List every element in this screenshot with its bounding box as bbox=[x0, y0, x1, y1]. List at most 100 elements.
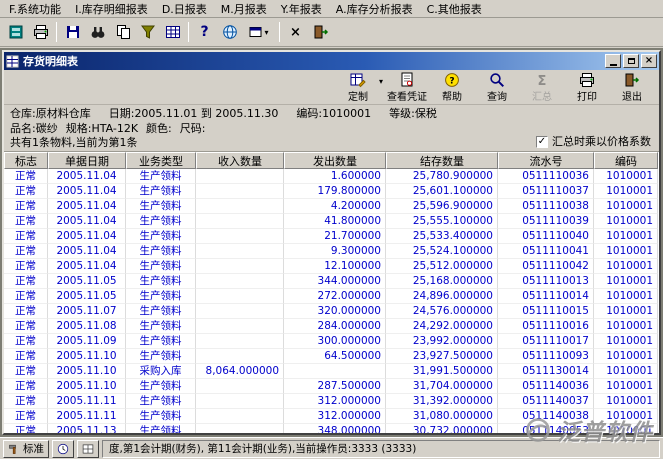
table-row[interactable]: 正常2005.11.07生产领料320.00000024,576.0000000… bbox=[4, 304, 659, 319]
table-row[interactable]: 正常2005.11.04生产领料9.30000025,524.100000051… bbox=[4, 244, 659, 259]
mdi-area: 存货明细表 × 定制 ▾ 查看凭证 ? 帮助 bbox=[0, 48, 663, 437]
table-row[interactable]: 正常2005.11.04生产领料41.80000025,555.10000005… bbox=[4, 214, 659, 229]
archive-icon bbox=[8, 24, 24, 40]
table-row[interactable]: 正常2005.11.04生产领料1.60000025,780.900000051… bbox=[4, 169, 659, 184]
tool-icon bbox=[8, 443, 20, 455]
report-info: 仓库:原材料仓库 日期:2005.11.01 到 2005.11.30 编码:1… bbox=[4, 105, 659, 151]
query-button[interactable]: 查询 bbox=[476, 71, 518, 103]
grid-button[interactable] bbox=[160, 21, 185, 44]
table-cell: 24,292.000000 bbox=[386, 319, 498, 334]
restore-button[interactable] bbox=[623, 54, 639, 68]
column-header[interactable]: 编码 bbox=[594, 152, 658, 169]
print-button[interactable] bbox=[28, 21, 53, 44]
table-row[interactable]: 正常2005.11.11生产领料312.00000031,080.0000000… bbox=[4, 409, 659, 424]
spec-value: HTA-12K bbox=[91, 122, 138, 135]
table-cell bbox=[196, 379, 284, 394]
item-name-label: 品名: bbox=[10, 122, 36, 135]
table-cell: 179.800000 bbox=[284, 184, 386, 199]
column-header[interactable]: 发出数量 bbox=[284, 152, 386, 169]
find-icon bbox=[90, 24, 106, 40]
table-row[interactable]: 正常2005.11.04生产领料179.80000025,601.1000000… bbox=[4, 184, 659, 199]
save-button[interactable] bbox=[60, 21, 85, 44]
table-row[interactable]: 正常2005.11.09生产领料300.00000023,992.0000000… bbox=[4, 334, 659, 349]
filter-button[interactable] bbox=[135, 21, 160, 44]
warehouse-label: 仓库: bbox=[10, 107, 36, 120]
menu-daily-report[interactable]: D.日报表 bbox=[155, 0, 214, 19]
help-button[interactable]: ? 帮助 bbox=[431, 71, 473, 103]
table-row[interactable]: 正常2005.11.13生产领料348.00000030,732.0000000… bbox=[4, 424, 659, 433]
table-cell: 生产领料 bbox=[126, 394, 196, 409]
table-row[interactable]: 正常2005.11.05生产领料344.00000025,168.0000000… bbox=[4, 274, 659, 289]
close-icon: × bbox=[290, 25, 301, 40]
table-cell bbox=[196, 244, 284, 259]
exit-report-button[interactable]: 退出 bbox=[611, 71, 653, 103]
table-cell bbox=[196, 349, 284, 364]
checkbox-icon[interactable]: ✓ bbox=[536, 136, 548, 148]
menu-stock-detail-report[interactable]: I.库存明细报表 bbox=[68, 0, 155, 19]
find-button[interactable] bbox=[85, 21, 110, 44]
table-row[interactable]: 正常2005.11.08生产领料284.00000024,292.0000000… bbox=[4, 319, 659, 334]
table-row[interactable]: 正常2005.11.04生产领料12.10000025,512.00000005… bbox=[4, 259, 659, 274]
mode-button[interactable]: 标准 bbox=[3, 440, 49, 458]
table-cell: 312.000000 bbox=[284, 409, 386, 424]
close-view-button[interactable]: × bbox=[283, 21, 308, 44]
table-body: 正常2005.11.04生产领料1.60000025,780.900000051… bbox=[4, 169, 659, 433]
window-select-button[interactable]: ▾ bbox=[242, 21, 276, 44]
table-cell: 正常 bbox=[4, 229, 48, 244]
table-cell: 1010001 bbox=[594, 199, 658, 214]
table-row[interactable]: 正常2005.11.10生产领料64.50000023,927.50000005… bbox=[4, 349, 659, 364]
menu-system[interactable]: F.系统功能 bbox=[2, 0, 68, 19]
column-header[interactable]: 流水号 bbox=[498, 152, 594, 169]
table-cell: 21.700000 bbox=[284, 229, 386, 244]
table-cell: 344.000000 bbox=[284, 274, 386, 289]
column-header[interactable]: 收入数量 bbox=[196, 152, 284, 169]
column-header[interactable]: 业务类型 bbox=[126, 152, 196, 169]
exit-app-button[interactable] bbox=[308, 21, 333, 44]
help-button[interactable]: ? bbox=[192, 21, 217, 44]
browser-button[interactable] bbox=[217, 21, 242, 44]
menu-yearly-report[interactable]: Y.年报表 bbox=[274, 0, 329, 19]
print-icon bbox=[579, 72, 595, 88]
table-row[interactable]: 正常2005.11.05生产领料272.00000024,896.0000000… bbox=[4, 289, 659, 304]
menu-monthly-report[interactable]: M.月报表 bbox=[214, 0, 274, 19]
menu-stock-analysis-report[interactable]: A.库存分析报表 bbox=[329, 0, 420, 19]
table-row[interactable]: 正常2005.11.04生产领料21.70000025,533.40000005… bbox=[4, 229, 659, 244]
status-text: 度,第1会计期(财务), 第11会计期(业务),当前操作员:3333 (3333… bbox=[109, 441, 416, 456]
clock-button[interactable] bbox=[52, 440, 74, 458]
child-titlebar[interactable]: 存货明细表 × bbox=[4, 52, 659, 70]
table-cell: 25,533.400000 bbox=[386, 229, 498, 244]
print-report-button[interactable]: 打印 bbox=[566, 71, 608, 103]
table-row[interactable]: 正常2005.11.11生产领料312.00000031,392.0000000… bbox=[4, 394, 659, 409]
table-cell: 2005.11.10 bbox=[48, 364, 126, 379]
layout-button[interactable] bbox=[77, 440, 99, 458]
table-cell: 25,555.100000 bbox=[386, 214, 498, 229]
menu-other-report[interactable]: C.其他报表 bbox=[420, 0, 489, 19]
customize-dropdown-icon[interactable]: ▾ bbox=[379, 77, 383, 86]
table-cell: 正常 bbox=[4, 424, 48, 433]
summarize-button[interactable]: Σ 汇总 bbox=[521, 71, 563, 103]
minimize-button[interactable] bbox=[605, 54, 621, 68]
table-row[interactable]: 正常2005.11.10生产领料287.50000031,704.0000000… bbox=[4, 379, 659, 394]
status-bar: 标准 度,第1会计期(财务), 第11会计期(业务),当前操作员:3333 (3… bbox=[0, 437, 663, 459]
close-button[interactable]: × bbox=[641, 54, 657, 68]
customize-button[interactable]: 定制 bbox=[337, 71, 379, 103]
table-cell: 生产领料 bbox=[126, 184, 196, 199]
inventory-table: 标志单据日期业务类型收入数量发出数量结存数量流水号编码 正常2005.11.04… bbox=[4, 151, 659, 433]
table-cell: 生产领料 bbox=[126, 409, 196, 424]
column-header[interactable]: 标志 bbox=[4, 152, 48, 169]
table-cell: 生产领料 bbox=[126, 289, 196, 304]
table-cell: 1010001 bbox=[594, 214, 658, 229]
price-factor-option[interactable]: ✓ 汇总时乘以价格系数 bbox=[536, 135, 651, 150]
table-cell: 1010001 bbox=[594, 319, 658, 334]
table-cell: 1010001 bbox=[594, 394, 658, 409]
table-row[interactable]: 正常2005.11.04生产领料4.20000025,596.900000051… bbox=[4, 199, 659, 214]
column-header[interactable]: 结存数量 bbox=[386, 152, 498, 169]
copy-button[interactable] bbox=[110, 21, 135, 44]
table-row[interactable]: 正常2005.11.10采购入库8,064.00000031,991.50000… bbox=[4, 364, 659, 379]
table-cell: 生产领料 bbox=[126, 259, 196, 274]
archive-button[interactable] bbox=[3, 21, 28, 44]
table-cell: 正常 bbox=[4, 244, 48, 259]
view-voucher-button[interactable]: 查看凭证 bbox=[386, 71, 428, 103]
column-header[interactable]: 单据日期 bbox=[48, 152, 126, 169]
table-cell: 0511110016 bbox=[498, 319, 594, 334]
